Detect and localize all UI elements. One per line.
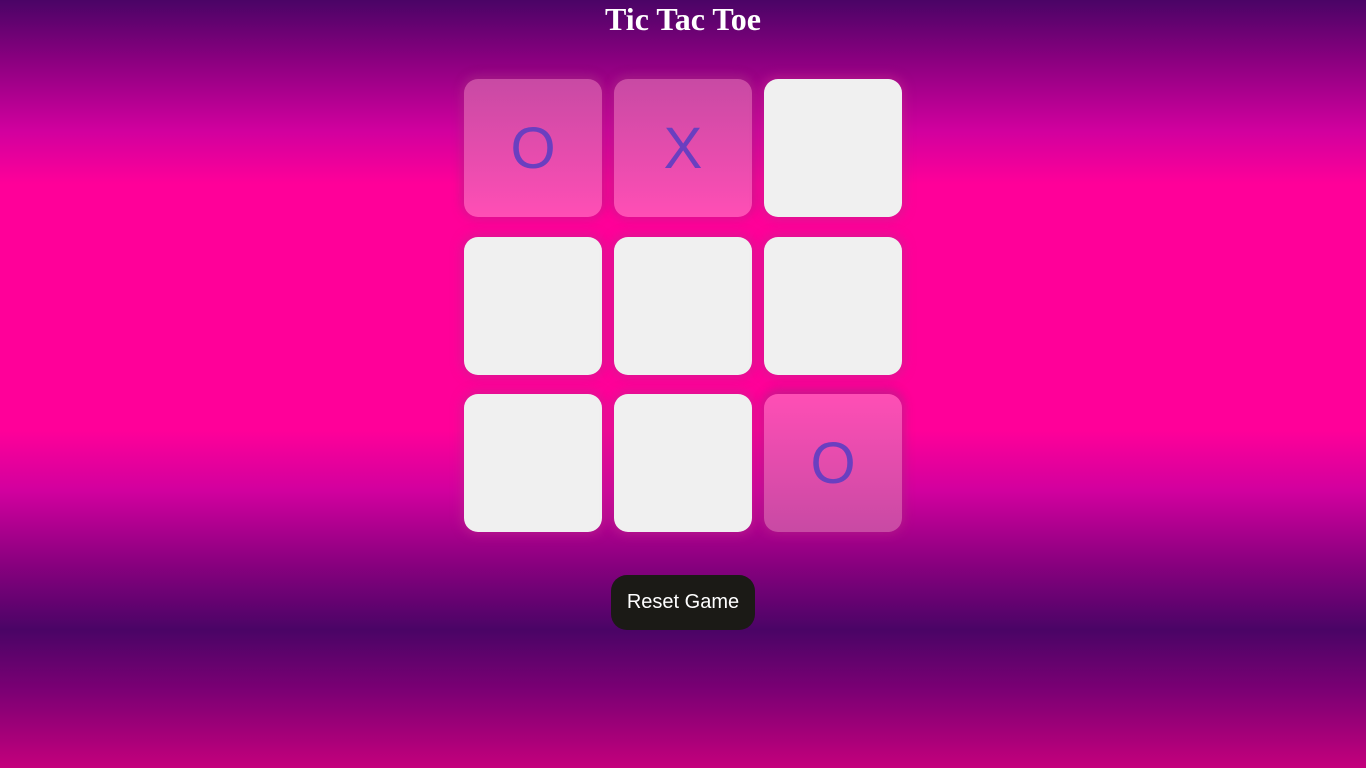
board-cell-5[interactable] (614, 237, 752, 375)
board-cell-4[interactable] (464, 237, 602, 375)
board-cell-1[interactable]: O (464, 79, 602, 217)
board-cell-2[interactable]: X (614, 79, 752, 217)
reset-game-button[interactable]: Reset Game (611, 575, 755, 630)
board-cell-8[interactable] (614, 394, 752, 532)
game-board: O X O (464, 79, 902, 532)
board-cell-3[interactable] (764, 79, 902, 217)
board-cell-6[interactable] (764, 237, 902, 375)
board-cell-7[interactable] (464, 394, 602, 532)
board-cell-9[interactable]: O (764, 394, 902, 532)
game-title: Tic Tac Toe (605, 1, 761, 37)
